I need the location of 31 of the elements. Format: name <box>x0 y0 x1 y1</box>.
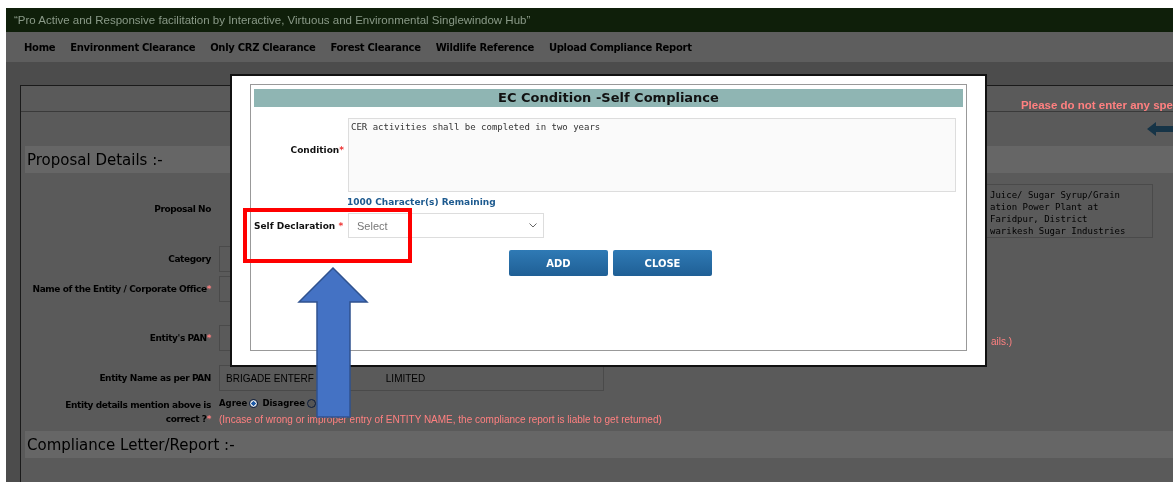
field-label: Entity's PAN* <box>148 332 211 345</box>
nav-link[interactable]: Upload Compliance Report <box>548 41 692 53</box>
field-label: Entity Name as per PAN <box>98 372 211 385</box>
section-heading: Compliance Letter/Report :- <box>25 431 1173 458</box>
field-label: Category <box>167 253 211 266</box>
note-text: (Incase of wrong or improper entry of ENTITY NAME, the compliance report is liable to get returned) <box>219 414 662 425</box>
tagline-text: “Pro Active and Responsive facilitation by Interactive, Virtuous and Environmental Singlewindow Hub” <box>6 8 1173 32</box>
radio-button[interactable] <box>249 398 259 408</box>
option-label: Agree <box>219 398 248 408</box>
radio-button[interactable] <box>306 398 316 408</box>
nav-link[interactable]: Wildlife Reference <box>435 41 534 53</box>
nav-link[interactable]: Environment Clearance <box>70 41 196 53</box>
remaining-count: 1000 Character(s) Remaining <box>347 197 497 207</box>
nav-link[interactable]: Only CRZ Clearance <box>210 41 316 53</box>
select-dropdown[interactable]: Select <box>348 213 544 238</box>
option-label: Disagree <box>262 398 305 408</box>
field-label: Condition* <box>289 144 344 155</box>
dialog-button[interactable]: ADD <box>509 250 608 276</box>
back-arrow-icon[interactable] <box>1147 122 1173 136</box>
nav-link[interactable]: Home <box>24 41 56 53</box>
condition-textarea[interactable]: CER activities shall be completed in two years <box>348 118 956 192</box>
field-label: Name of the Entity / Corporate Office* <box>31 283 211 296</box>
field-label: Proposal No <box>153 203 211 216</box>
warning-text: Please do not enter any spe <box>1020 99 1173 111</box>
dialog-button[interactable]: CLOSE <box>613 250 712 276</box>
nav-link[interactable]: Forest Clearance <box>330 41 421 53</box>
field-label: Entity details mention above is correct ?* <box>64 399 211 426</box>
field-label: Self Declaration * <box>254 220 344 231</box>
modal-title: EC Condition -Self Compliance <box>254 89 963 107</box>
note-text: ails.) <box>991 335 1013 347</box>
chevron-down-icon <box>529 223 537 228</box>
